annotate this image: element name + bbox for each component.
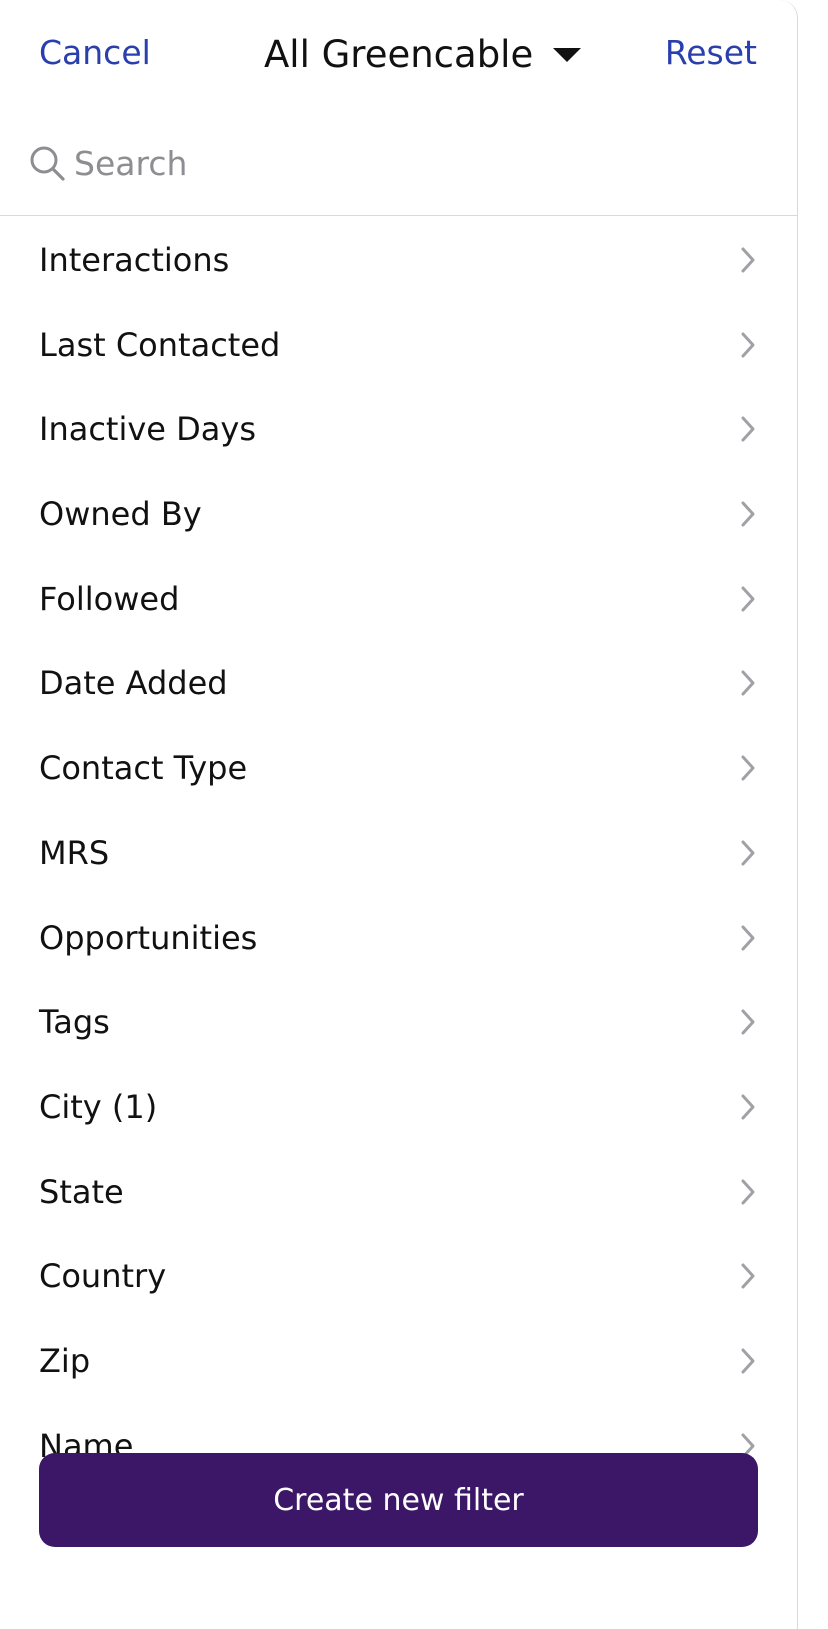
filter-row[interactable]: State xyxy=(0,1150,797,1235)
filter-label: City (1) xyxy=(39,1087,158,1126)
view-title: All Greencable xyxy=(264,33,534,76)
chevron-right-icon xyxy=(741,501,755,527)
filter-label: Contact Type xyxy=(39,749,248,788)
filter-row[interactable]: Contact Type xyxy=(0,726,797,811)
chevron-right-icon xyxy=(741,586,755,612)
create-new-filter-button[interactable]: Create new filter xyxy=(39,1453,758,1547)
chevron-right-icon xyxy=(741,670,755,696)
filter-label: Interactions xyxy=(39,241,230,279)
filter-row[interactable]: Zip xyxy=(0,1319,797,1404)
chevron-right-icon xyxy=(741,1009,755,1035)
chevron-right-icon xyxy=(741,1348,755,1374)
chevron-right-icon xyxy=(741,1263,755,1289)
filter-label: Zip xyxy=(39,1341,91,1380)
filter-label: Last Contacted xyxy=(39,325,281,364)
filter-row[interactable]: Date Added xyxy=(0,641,797,726)
filter-label: Country xyxy=(39,1257,167,1296)
divider xyxy=(0,215,797,216)
filter-label: Followed xyxy=(39,579,180,618)
filter-sheet: Cancel All Greencable Reset Interactions… xyxy=(0,0,798,1629)
search-icon xyxy=(30,146,65,181)
chevron-right-icon xyxy=(741,1179,755,1205)
filter-list: Interactions Last Contacted Inactive Days O… xyxy=(0,218,797,1488)
filter-row[interactable]: Owned By xyxy=(0,472,797,557)
filter-label: Owned By xyxy=(39,495,202,534)
chevron-right-icon xyxy=(741,416,755,442)
filter-label: Tags xyxy=(39,1003,110,1042)
filter-row[interactable]: MRS xyxy=(0,811,797,896)
chevron-right-icon xyxy=(741,1094,755,1120)
chevron-right-icon xyxy=(741,247,755,273)
filter-row[interactable]: Tags xyxy=(0,980,797,1065)
search-input[interactable] xyxy=(74,136,754,190)
filter-row[interactable]: Interactions xyxy=(0,218,797,303)
chevron-right-icon xyxy=(741,332,755,358)
filter-row[interactable]: City (1) xyxy=(0,1065,797,1150)
caret-down-icon xyxy=(553,48,582,62)
filter-row[interactable]: Inactive Days xyxy=(0,387,797,472)
chevron-right-icon xyxy=(741,925,755,950)
view-selector-dropdown[interactable]: All Greencable xyxy=(264,30,582,80)
filter-label: Inactive Days xyxy=(39,410,257,449)
filter-label: Opportunities xyxy=(39,918,258,957)
reset-button[interactable]: Reset xyxy=(665,30,757,76)
cancel-button[interactable]: Cancel xyxy=(39,30,151,76)
search-bar xyxy=(0,116,797,216)
chevron-right-icon xyxy=(741,755,755,781)
header: Cancel All Greencable Reset xyxy=(0,0,797,110)
filter-row[interactable]: Opportunities xyxy=(0,896,797,981)
filter-label: MRS xyxy=(39,833,110,872)
filter-row[interactable]: Followed xyxy=(0,557,797,642)
filter-row[interactable]: Last Contacted xyxy=(0,303,797,388)
chevron-right-icon xyxy=(741,840,755,866)
filter-row[interactable]: Country xyxy=(0,1234,797,1319)
filter-label: State xyxy=(39,1172,124,1211)
filter-label: Date Added xyxy=(39,664,228,703)
